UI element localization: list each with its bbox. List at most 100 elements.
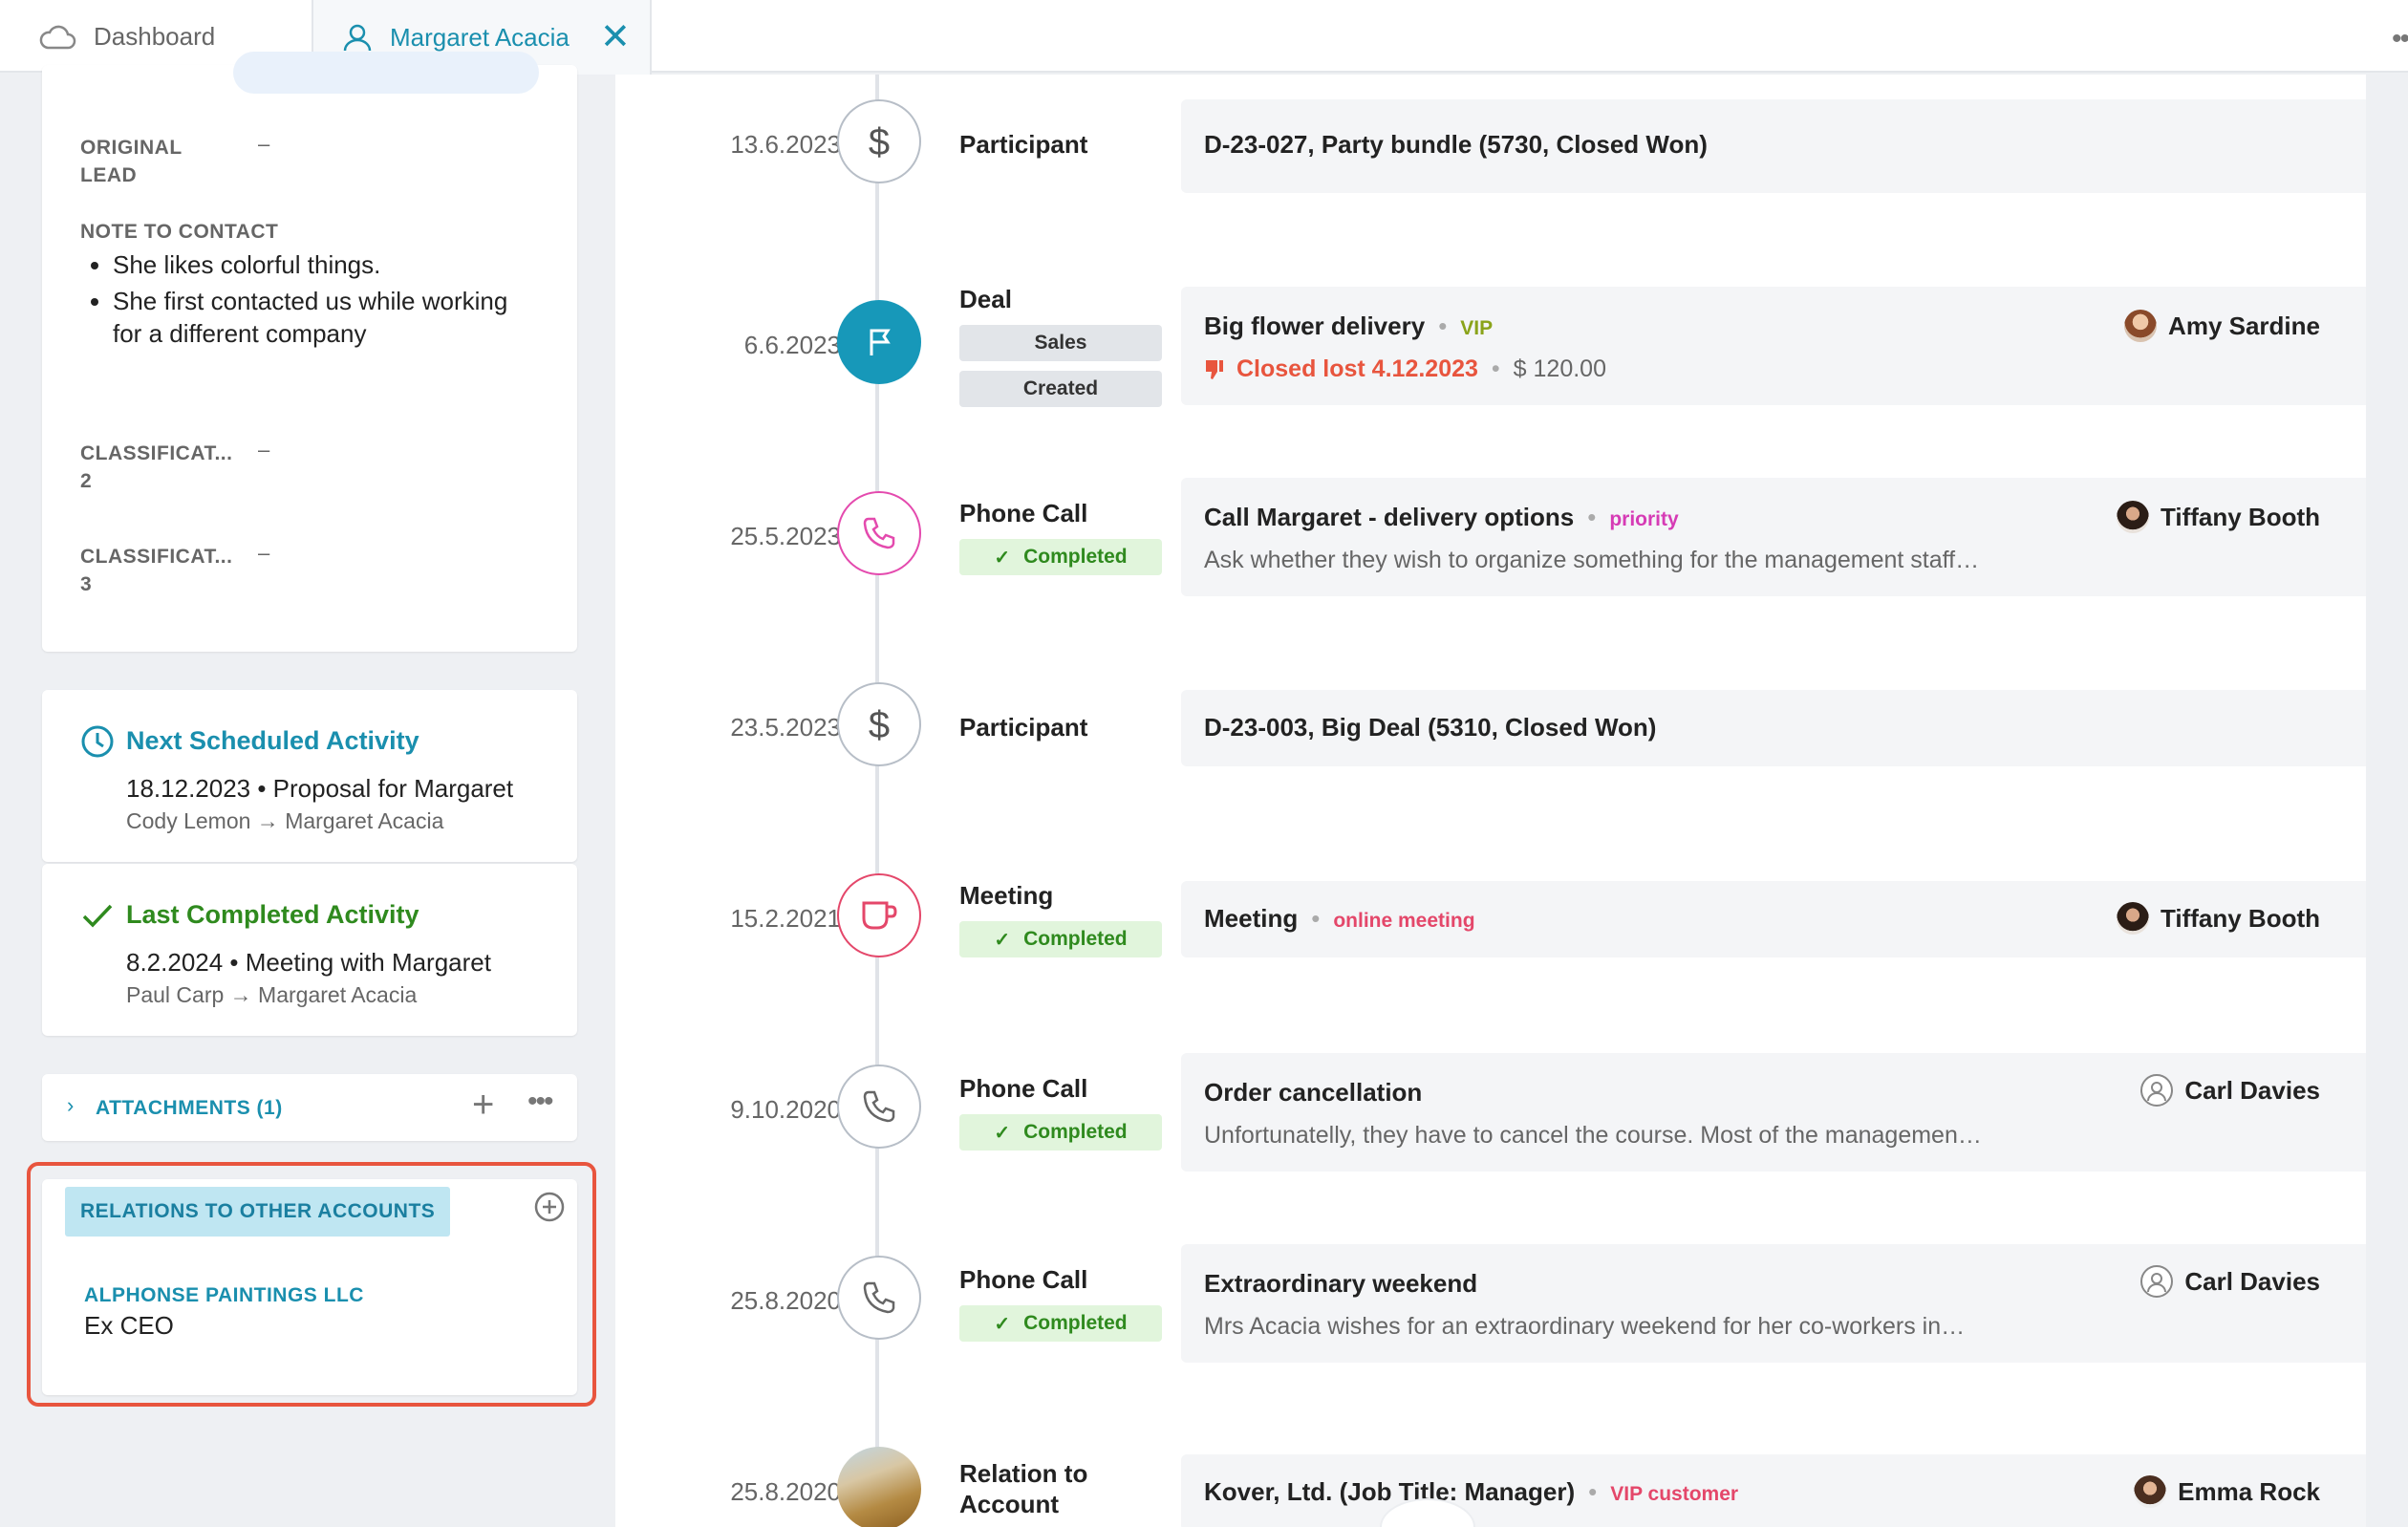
timeline-title: Meeting — [1204, 904, 1299, 933]
phone-icon — [863, 517, 895, 549]
original-lead-value: – — [258, 132, 270, 156]
avatar — [2134, 1475, 2167, 1508]
timeline-node — [837, 1065, 921, 1149]
attachments-label[interactable]: ATTACHMENTS (1) — [96, 1097, 283, 1120]
status-badge: ✓ Completed — [959, 921, 1162, 957]
owner-name: Emma Rock — [2178, 1476, 2320, 1506]
timeline-box[interactable]: D-23-003, Big Deal (5310, Closed Won) — [1181, 690, 2366, 766]
owner: Carl Davies — [2140, 1265, 2320, 1298]
timeline-description: Ask whether they wish to organize someth… — [1204, 547, 1980, 573]
user-icon — [2147, 1273, 2167, 1293]
user-icon — [2147, 1082, 2167, 1102]
classification3-label: CLASSIFICAT... — [80, 546, 233, 568]
classification3-value: – — [258, 541, 270, 565]
last-activity-summary: 8.2.2024 • Meeting with Margaret — [126, 948, 491, 977]
check-icon: ✓ — [994, 547, 1011, 569]
timeline-date: 25.5.2023 — [730, 522, 841, 550]
avatar — [2140, 1074, 2174, 1107]
timeline-date: 25.8.2020 — [730, 1477, 841, 1506]
left-sidebar: ORIGINAL LEAD – NOTE TO CONTACT She like… — [0, 52, 612, 1527]
status-badge: ✓ Completed — [959, 1305, 1162, 1342]
next-scheduled-activity-card[interactable]: Next Scheduled Activity 18.12.2023 • Pro… — [42, 690, 577, 862]
timeline-box[interactable]: Kover, Ltd. (Job Title: Manager) • VIP cus… — [1181, 1454, 2366, 1527]
chevron-right-icon[interactable]: › — [67, 1093, 74, 1118]
clock-icon — [81, 725, 114, 758]
note-item: She first contacted us while working for… — [113, 285, 533, 350]
status-badge-label: Completed — [1023, 546, 1128, 568]
owner: Tiffany Booth — [2116, 902, 2320, 935]
timeline-description: Mrs Acacia wishes for an extraordinary w… — [1204, 1313, 1966, 1340]
owner: Emma Rock — [2134, 1475, 2320, 1508]
owner: Tiffany Booth — [2116, 501, 2320, 533]
note-to-contact-label: NOTE TO CONTACT — [80, 221, 279, 243]
highlight-box — [27, 1162, 596, 1407]
more-icon[interactable]: •• — [2392, 23, 2408, 55]
separator-dot: • — [1588, 1477, 1598, 1506]
more-icon[interactable]: ••• — [527, 1086, 553, 1118]
phone-icon — [863, 1090, 895, 1123]
timeline-date: 15.2.2021 — [730, 904, 841, 933]
timeline-title: D-23-003, Big Deal (5310, Closed Won) — [1204, 713, 1657, 742]
status-badge-label: Completed — [1023, 1121, 1128, 1143]
timeline-title: Call Margaret - delivery options — [1204, 503, 1575, 531]
timeline-node: $ — [837, 99, 921, 183]
timeline-title: Order cancellation — [1204, 1078, 1423, 1107]
owner-name: Tiffany Booth — [2160, 903, 2320, 933]
last-completed-activity-card[interactable]: Last Completed Activity 8.2.2024 • Meeti… — [42, 864, 577, 1036]
check-icon — [82, 904, 113, 928]
timeline-row[interactable]: 25.5.2023 Phone Call ✓ Completed Call Mar… — [615, 399, 2366, 596]
timeline-node — [837, 1256, 921, 1340]
separator-dot: • — [1491, 355, 1500, 382]
owner: Amy Sardine — [2124, 310, 2320, 342]
thumbs-down-icon — [1206, 359, 1223, 379]
tab-contact-label: Margaret Acacia — [390, 22, 570, 52]
classification2-number: 2 — [80, 470, 93, 492]
timeline-type: Participant — [959, 130, 1088, 159]
owner-name: Amy Sardine — [2168, 311, 2320, 340]
timeline-row[interactable]: 13.6.2023 $ Participant D-23-027, Party … — [615, 0, 2366, 193]
check-icon: ✓ — [994, 1122, 1011, 1144]
timeline-box[interactable]: D-23-027, Party bundle (5730, Closed Won… — [1181, 99, 2366, 193]
user-icon — [343, 24, 372, 52]
timeline-box[interactable]: Meeting • online meeting Tiffany Booth — [1181, 881, 2366, 957]
timeline-title: Kover, Ltd. (Job Title: Manager) — [1204, 1477, 1576, 1506]
timeline-row[interactable]: 9.10.2020 Phone Call ✓ Completed Order ca… — [615, 973, 2366, 1172]
timeline-row[interactable]: 25.8.2020 Relation to Account Kover, Ltd… — [615, 1355, 2366, 1527]
timeline-date: 25.8.2020 — [730, 1286, 841, 1315]
owner: Carl Davies — [2140, 1074, 2320, 1107]
status-badge-label: Completed — [1023, 928, 1128, 950]
timeline-title-line: Meeting • online meeting — [1204, 904, 1475, 934]
svg-text:$: $ — [869, 121, 890, 162]
timeline-date: 6.6.2023 — [743, 331, 841, 359]
vip-tag: VIP — [1460, 317, 1494, 339]
avatar — [2140, 1265, 2174, 1298]
status-badge-label: Completed — [1023, 1312, 1128, 1334]
timeline-box[interactable]: Big flower delivery • VIP Closed lost 4.12… — [1181, 287, 2366, 405]
timeline-box[interactable]: Extraordinary weekend Mrs Acacia wishes … — [1181, 1244, 2366, 1363]
timeline-date: 13.6.2023 — [730, 130, 841, 159]
classification2-label: CLASSIFICAT... — [80, 442, 233, 464]
timeline-box[interactable]: Order cancellation Unfortunatelly, they … — [1181, 1053, 2366, 1172]
status-badge: ✓ Completed — [959, 1114, 1162, 1151]
classification2-value: – — [258, 438, 270, 462]
tab-dashboard[interactable]: Dashboard — [38, 0, 215, 73]
deal-amount: $ 120.00 — [1513, 355, 1606, 382]
check-icon: ✓ — [994, 1313, 1011, 1335]
plus-icon[interactable]: + — [472, 1084, 494, 1127]
attachments-section[interactable]: › ATTACHMENTS (1) + ••• — [42, 1074, 577, 1141]
timeline-row[interactable]: 15.2.2021 Meeting ✓ Completed Meeting • onl… — [615, 782, 2366, 973]
timeline-row[interactable]: 23.5.2023 $ Participant D-23-003, Big De… — [615, 591, 2366, 782]
timeline-box[interactable]: Call Margaret - delivery options • priorit… — [1181, 478, 2366, 596]
dollar-icon: $ — [869, 121, 890, 162]
last-activity-title: Last Completed Activity — [126, 900, 419, 929]
timeline-type: Phone Call — [959, 499, 1088, 527]
last-activity-participants: Paul Carp → Margaret Acacia — [126, 982, 418, 1007]
timeline-type: Phone Call — [959, 1074, 1088, 1103]
timeline-title: D-23-027, Party bundle (5730, Closed Won… — [1204, 130, 1708, 159]
owner-name: Carl Davies — [2184, 1266, 2320, 1296]
timeline-node: $ — [837, 682, 921, 766]
activity-timeline: 13.6.2023 $ Participant D-23-027, Party … — [615, 75, 2366, 1527]
timeline-row[interactable]: 25.8.2020 Phone Call ✓ Completed Extraord… — [615, 1164, 2366, 1363]
timeline-row[interactable]: 6.6.2023 Deal Sales Created Big flower d… — [615, 208, 2366, 407]
timeline-title: Big flower delivery — [1204, 312, 1426, 340]
